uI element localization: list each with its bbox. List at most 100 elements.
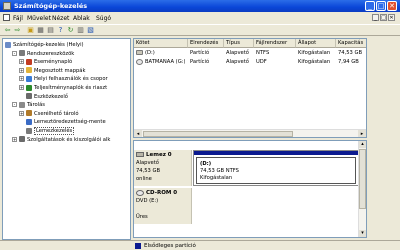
menu-action[interactable]: Művelet — [27, 15, 51, 22]
help-icon[interactable]: ? — [56, 26, 65, 35]
disk-type: DVD (E:) — [136, 198, 159, 204]
table-row[interactable]: (D:) Partíció Alapvető NTFS Kifogástalan… — [134, 49, 366, 57]
disk-graphical-view: Lemez 0 Alapvető 74,53 GB online (D:) 74… — [133, 140, 367, 238]
close-button[interactable]: ✕ — [387, 1, 397, 11]
disk-label: CD-ROM 0 DVD (E:) Üres — [134, 188, 192, 224]
tree-item[interactable]: - Tárolás — [12, 101, 45, 109]
properties-icon[interactable]: ▤ — [46, 26, 55, 35]
column-header-filesystem[interactable]: Fájlrendszer — [254, 39, 296, 48]
tree-item[interactable]: Számítógép-kezelés (Helyi) — [5, 41, 84, 49]
mdi-close-button[interactable]: ✕ — [388, 14, 395, 21]
tree-item-label: Helyi felhasználók és csopor — [34, 76, 108, 83]
tree-item-label: Szolgáltatások és kiszolgálói alk — [27, 136, 111, 143]
column-header-capacity[interactable]: Kapacitás — [336, 39, 366, 48]
collapse-icon[interactable]: - — [12, 50, 17, 56]
expand-icon[interactable]: + — [12, 136, 17, 142]
tree-item[interactable]: + Eseménynapló — [19, 58, 72, 66]
minimize-button[interactable]: _ — [365, 1, 375, 11]
tree-item[interactable]: Eszközkezelő — [19, 93, 68, 101]
tree-item[interactable]: - Rendszereszközök — [12, 50, 74, 58]
disk-state: online — [136, 176, 152, 182]
legend-label: Elsődleges partíció — [144, 243, 196, 249]
storage-icon — [19, 101, 25, 108]
export-icon[interactable]: ▥ — [76, 26, 85, 35]
volume-filesystem: NTFS — [256, 50, 270, 56]
cdrom-media-block[interactable] — [193, 188, 359, 224]
table-row[interactable]: BATMANAA (G:) Partíció Alapvető UDF Kifo… — [134, 58, 366, 66]
disk-row-0[interactable]: Lemez 0 Alapvető 74,53 GB online (D:) 74… — [134, 150, 360, 186]
partition-selection: (D:) 74,53 GB NTFS Kifogástalan — [196, 157, 356, 184]
column-header-type[interactable]: Típus — [224, 39, 254, 48]
disk-row-1[interactable]: CD-ROM 0 DVD (E:) Üres — [134, 188, 360, 224]
tree-item[interactable]: Lemeztöredezettség-mente — [19, 118, 106, 126]
column-header-volume[interactable]: Kötet — [134, 39, 188, 48]
volume-name: (D:) — [145, 50, 155, 56]
forward-icon[interactable]: ⇨ — [13, 26, 22, 35]
horizontal-scrollbar[interactable]: ◂ ▸ — [134, 129, 366, 137]
device-manager-icon — [26, 93, 32, 100]
tree-item[interactable]: + Szolgáltatások és kiszolgálói alk — [12, 136, 110, 144]
tree-item[interactable]: + Helyi felhasználók és csopor — [19, 75, 108, 83]
dvd-volume-icon — [136, 59, 143, 65]
tree-item[interactable]: + Cserélhető tároló — [19, 110, 79, 118]
volume-list: Kötet Elrendezés Típus Fájlrendszer Álla… — [133, 38, 367, 138]
mdi-maximize-button[interactable]: □ — [380, 14, 387, 21]
refresh-icon[interactable]: ↻ — [66, 26, 75, 35]
scroll-thumb[interactable] — [359, 149, 366, 209]
expand-icon[interactable]: + — [19, 67, 24, 73]
disk-type: Alapvető — [136, 160, 159, 166]
services-icon — [19, 136, 25, 143]
scroll-down-icon[interactable]: ▾ — [359, 230, 366, 237]
volume-filesystem: UDF — [256, 59, 267, 65]
tree-item[interactable]: + Teljesítménynaplók és riaszt — [19, 84, 107, 92]
menu-view[interactable]: Nézet — [52, 15, 69, 22]
users-icon — [26, 75, 32, 82]
computer-management-icon — [3, 2, 11, 10]
disk-name: Lemez 0 — [146, 152, 172, 158]
right-margin — [369, 38, 398, 238]
volume-icon — [136, 50, 143, 55]
scroll-left-icon[interactable]: ◂ — [134, 130, 142, 137]
menu-file[interactable]: Fájl — [13, 15, 23, 22]
tree-item-label: Lemeztöredezettség-mente — [34, 119, 106, 126]
tree-item-label: Eseménynapló — [34, 59, 73, 66]
mdi-window-icon[interactable] — [3, 14, 10, 21]
scroll-right-icon[interactable]: ▸ — [358, 130, 366, 137]
tree-item-label: Megosztott mappák — [34, 67, 86, 74]
collapse-icon[interactable]: - — [12, 102, 17, 108]
menu-window[interactable]: Ablak — [73, 15, 90, 22]
disk-management-icon — [26, 127, 32, 134]
column-header-status[interactable]: Állapot — [296, 39, 336, 48]
expand-icon[interactable]: + — [19, 59, 24, 65]
tree-item[interactable]: + Megosztott mappák — [19, 67, 86, 75]
expand-icon[interactable]: + — [19, 110, 24, 116]
expand-icon[interactable]: + — [19, 85, 24, 90]
maximize-button[interactable]: □ — [376, 1, 386, 11]
vertical-scrollbar[interactable]: ▴ ▾ — [358, 141, 366, 237]
expand-icon[interactable]: + — [19, 76, 24, 82]
help-book-icon[interactable]: ▧ — [86, 26, 95, 35]
menu-help[interactable]: Súgó — [96, 15, 111, 22]
title-bar[interactable]: Számítógép-kezelés _ □ ✕ — [0, 0, 400, 12]
mdi-minimize-button[interactable]: _ — [372, 14, 379, 21]
disk-size: 74,53 GB — [136, 168, 161, 174]
partition-block[interactable]: (D:) 74,53 GB NTFS Kifogástalan — [193, 150, 359, 186]
menu-bar: Fájl Művelet Nézet Ablak Súgó _ □ ✕ — [0, 12, 400, 23]
toolbar: ⇦ ⇨ ▣ ▦ ▤ ? ↻ ▥ ▧ — [0, 24, 400, 36]
tree-item-label: Eszközkezelő — [34, 93, 68, 100]
scroll-up-icon[interactable]: ▴ — [359, 141, 366, 148]
tree-item-label: Lemezkezelés — [34, 127, 75, 135]
show-tree-icon[interactable]: ▦ — [36, 26, 45, 35]
column-header-layout[interactable]: Elrendezés — [188, 39, 224, 48]
disk-name: CD-ROM 0 — [146, 190, 178, 196]
computer-management-window: Számítógép-kezelés _ □ ✕ Fájl Művelet Né… — [0, 0, 400, 250]
scroll-thumb[interactable] — [143, 131, 293, 137]
back-icon[interactable]: ⇦ — [3, 26, 12, 35]
defrag-icon — [26, 118, 32, 125]
hard-disk-icon — [136, 152, 144, 157]
up-icon[interactable]: ▣ — [26, 26, 35, 35]
volume-type: Alapvető — [226, 50, 249, 56]
tree-item[interactable]: Lemezkezelés — [19, 127, 75, 135]
volume-name: BATMANAA (G:) — [145, 59, 186, 65]
shared-folder-icon — [26, 67, 32, 74]
